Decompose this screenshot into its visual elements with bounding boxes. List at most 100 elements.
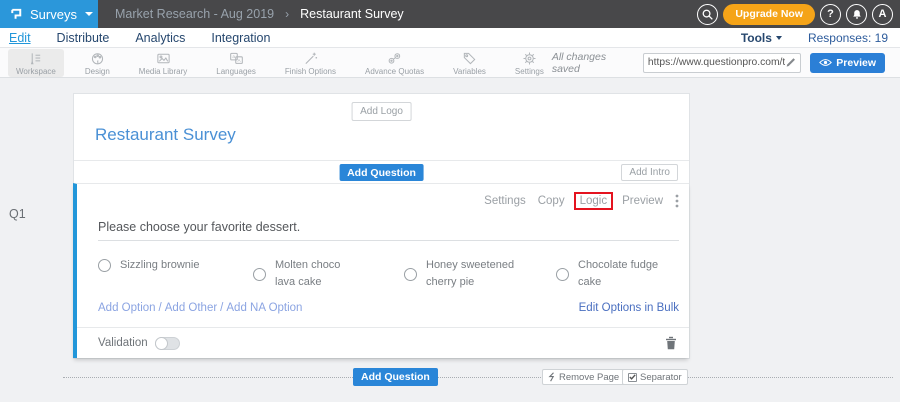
gear-icon	[522, 51, 537, 66]
autosave-status: All changes saved	[552, 51, 634, 75]
toolbar-right: All changes saved Preview	[552, 51, 885, 75]
answer-option[interactable]: Molten choco lava cake	[253, 257, 363, 291]
survey-canvas: Q1 Add Logo Restaurant Survey Add Questi…	[0, 78, 900, 402]
toolbar-item-label: Media Library	[139, 67, 187, 76]
add-option-link[interactable]: Add Option	[98, 302, 156, 314]
add-question-bottom-button[interactable]: Add Question	[353, 368, 438, 386]
toolbar-item-advance-quotas[interactable]: Advance Quotas	[357, 49, 432, 77]
answer-option[interactable]: Sizzling brownie	[98, 257, 250, 274]
topbar: Surveys Market Research - Aug 2019 › Res…	[0, 0, 900, 28]
toolbar-item-label: Settings	[515, 67, 544, 76]
eye-icon	[819, 58, 832, 67]
question-text-underline	[98, 240, 679, 241]
answer-option-label[interactable]: Chocolate fudge cake	[578, 257, 666, 291]
survey-header: Add Logo Restaurant Survey	[74, 94, 689, 160]
add-intro-button[interactable]: Add Intro	[621, 164, 678, 181]
tab-analytics[interactable]: Analytics	[135, 31, 185, 45]
question-preview-button[interactable]: Preview	[622, 195, 663, 207]
delete-question-button[interactable]	[665, 336, 677, 350]
radio-icon[interactable]	[556, 268, 569, 281]
add-na-option-link[interactable]: Add NA Option	[226, 302, 302, 314]
question-copy-button[interactable]: Copy	[538, 195, 565, 207]
edit-options-in-bulk-link[interactable]: Edit Options in Bulk	[579, 302, 679, 314]
toolbar-item-label: Finish Options	[285, 67, 336, 76]
link-separator: /	[159, 302, 162, 314]
tab-integration[interactable]: Integration	[211, 31, 270, 45]
answer-option[interactable]: Chocolate fudge cake	[556, 257, 666, 291]
survey-toolbar: Workspace Design Media Library	[0, 48, 900, 78]
toolbar-item-label: Advance Quotas	[365, 67, 424, 76]
toolbar-item-settings[interactable]: Settings	[507, 49, 552, 77]
quota-links-icon	[387, 51, 402, 66]
surveys-menu-button[interactable]: Surveys	[0, 0, 98, 28]
breadcrumb-parent[interactable]: Market Research - Aug 2019	[115, 7, 274, 21]
toolbar-item-design[interactable]: Design	[77, 49, 118, 77]
question-logic-button[interactable]: Logic	[574, 192, 614, 210]
add-other-link[interactable]: Add Other	[165, 302, 217, 314]
nav-right: Tools Responses: 19	[741, 31, 888, 45]
pencil-icon	[785, 57, 796, 68]
toolbar-item-languages[interactable]: a A Languages	[208, 49, 264, 77]
answer-option-label[interactable]: Molten choco lava cake	[275, 257, 363, 291]
palette-icon	[90, 51, 105, 66]
toolbar-item-workspace[interactable]: Workspace	[8, 49, 64, 77]
help-button[interactable]: ?	[820, 4, 841, 25]
toolbar-item-variables[interactable]: Variables	[445, 49, 494, 77]
notifications-button[interactable]	[846, 4, 867, 25]
search-icon	[701, 8, 714, 21]
avatar[interactable]: A	[872, 4, 893, 25]
surveys-menu-label: Surveys	[30, 7, 77, 22]
questionpro-app: Surveys Market Research - Aug 2019 › Res…	[0, 0, 900, 402]
toolbar-item-label: Variables	[453, 67, 486, 76]
toolbar-item-label: Design	[85, 67, 110, 76]
breadcrumb-separator: ›	[285, 7, 289, 21]
page-break-row: Add Question Remove Page Break Separator	[63, 368, 893, 386]
svg-text:A: A	[237, 57, 241, 62]
preview-button[interactable]: Preview	[810, 53, 885, 73]
answer-option[interactable]: Honey sweetened cherry pie	[404, 257, 520, 291]
separator-toggle[interactable]: Separator	[622, 369, 688, 385]
radio-icon[interactable]	[98, 259, 111, 272]
tag-icon	[462, 51, 477, 66]
add-logo-button[interactable]: Add Logo	[351, 102, 412, 121]
checkbox-checked-icon[interactable]	[628, 373, 637, 382]
magic-wand-icon	[303, 51, 318, 66]
page-break-line	[63, 377, 893, 378]
radio-icon[interactable]	[253, 268, 266, 281]
toolbar-item-label: Workspace	[16, 67, 56, 76]
responses-count[interactable]: Responses: 19	[808, 31, 888, 45]
remove-page-break-icon	[548, 372, 556, 382]
tab-edit[interactable]: Edit	[9, 31, 31, 45]
search-button[interactable]	[697, 4, 718, 25]
answer-option-label[interactable]: Sizzling brownie	[120, 257, 250, 274]
survey-title[interactable]: Restaurant Survey	[95, 125, 236, 145]
add-question-button[interactable]: Add Question	[339, 164, 424, 181]
edit-url-button[interactable]	[785, 57, 796, 68]
separator-label: Separator	[640, 372, 682, 383]
validation-label: Validation	[98, 337, 148, 349]
ellipsis-vertical-icon	[675, 194, 679, 208]
question-settings-button[interactable]: Settings	[484, 195, 526, 207]
share-url-input[interactable]	[648, 57, 785, 68]
toolbar-item-media-library[interactable]: Media Library	[131, 49, 195, 77]
validation-toggle[interactable]	[155, 337, 180, 350]
trash-icon	[665, 336, 677, 350]
option-links-row: Add Option/Add Other/Add NA Option Edit …	[98, 302, 679, 314]
option-links: Add Option/Add Other/Add NA Option	[98, 302, 302, 314]
radio-icon[interactable]	[404, 268, 417, 281]
toggle-knob	[155, 337, 168, 350]
question-text[interactable]: Please choose your favorite dessert.	[98, 220, 300, 234]
nav-tabs: Edit Distribute Analytics Integration	[9, 31, 270, 45]
tab-distribute[interactable]: Distribute	[57, 31, 110, 45]
preview-label: Preview	[836, 57, 876, 69]
toolbar-item-label: Languages	[216, 67, 256, 76]
breadcrumb: Market Research - Aug 2019 › Restaurant …	[115, 7, 404, 21]
answer-option-label[interactable]: Honey sweetened cherry pie	[426, 257, 520, 291]
upgrade-now-button[interactable]: Upgrade Now	[723, 4, 815, 25]
more-options-button[interactable]	[675, 194, 679, 208]
tools-label: Tools	[741, 31, 772, 45]
topbar-actions: Upgrade Now ? A	[697, 4, 893, 25]
tools-menu[interactable]: Tools	[741, 31, 782, 45]
validation-row: Validation	[77, 327, 689, 358]
toolbar-item-finish-options[interactable]: Finish Options	[277, 49, 344, 77]
